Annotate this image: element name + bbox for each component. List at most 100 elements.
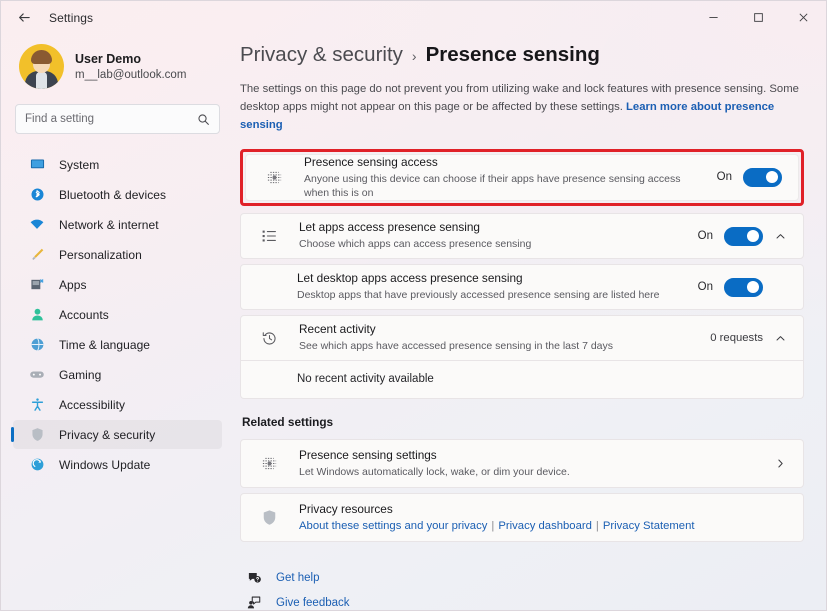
- setting-row-let-desktop-apps-access[interactable]: Let desktop apps access presence sensing…: [240, 264, 804, 310]
- sidebar-item-privacy-security[interactable]: Privacy & security: [13, 420, 222, 449]
- related-settings-heading: Related settings: [242, 415, 804, 429]
- toggle-presence-sensing-access[interactable]: [743, 168, 782, 187]
- related-title: Presence sensing settings: [299, 448, 762, 463]
- chevron-up-icon[interactable]: [774, 333, 787, 344]
- link-separator: |: [491, 520, 494, 532]
- window-title: Settings: [49, 11, 93, 25]
- link-about-settings-privacy[interactable]: About these settings and your privacy: [299, 520, 487, 532]
- maximize-button[interactable]: [736, 1, 781, 34]
- setting-row-let-apps-access[interactable]: Let apps access presence sensing Choose …: [240, 213, 804, 259]
- wifi-icon: [27, 216, 47, 234]
- back-arrow-icon: [17, 10, 32, 25]
- shield-icon: [258, 509, 280, 526]
- sidebar-item-network-internet[interactable]: Network & internet: [13, 210, 222, 239]
- toggle-let-apps-access[interactable]: [724, 227, 763, 246]
- setting-title: Let apps access presence sensing: [299, 220, 686, 235]
- sidebar-label: System: [59, 158, 99, 172]
- footer-link-label: Get help: [276, 572, 319, 584]
- title-bar: Settings: [1, 1, 826, 34]
- related-title: Privacy resources: [299, 502, 787, 517]
- breadcrumb-separator-icon: ›: [412, 48, 417, 64]
- sidebar-item-accounts[interactable]: Accounts: [13, 300, 222, 329]
- close-button[interactable]: [781, 1, 826, 34]
- chevron-up-icon[interactable]: [774, 231, 787, 242]
- sidebar-label: Network & internet: [59, 218, 159, 232]
- update-icon: [27, 456, 47, 474]
- sidebar-label: Windows Update: [59, 458, 150, 472]
- setting-title: Recent activity: [299, 322, 698, 337]
- privacy-links: About these settings and your privacy | Pr…: [299, 519, 787, 534]
- request-count-label: 0 requests: [710, 332, 763, 344]
- related-row-presence-sensing-settings[interactable]: Presence sensing settings Let Windows au…: [240, 439, 804, 488]
- search-input[interactable]: [25, 113, 197, 125]
- main-content: Privacy & security › Presence sensing Th…: [232, 34, 826, 610]
- toggle-state-label: On: [717, 171, 732, 183]
- history-icon: [258, 330, 280, 347]
- gamepad-icon: [27, 366, 47, 384]
- setting-row-presence-sensing-access[interactable]: Presence sensing access Anyone using thi…: [245, 154, 799, 202]
- search-box[interactable]: [15, 104, 220, 134]
- navigation-list: System Bluetooth & devices Network & int…: [9, 150, 224, 479]
- toggle-state-label: On: [698, 230, 713, 242]
- empty-state-label: No recent activity available: [297, 372, 787, 387]
- sidebar-item-personalization[interactable]: Personalization: [13, 240, 222, 269]
- clock-globe-icon: [27, 336, 47, 354]
- sidebar-item-windows-update[interactable]: Windows Update: [13, 450, 222, 479]
- give-feedback-link[interactable]: Give feedback: [246, 590, 804, 610]
- sidebar-item-gaming[interactable]: Gaming: [13, 360, 222, 389]
- sidebar-item-time-language[interactable]: Time & language: [13, 330, 222, 359]
- chevron-right-icon[interactable]: [774, 458, 787, 469]
- related-row-privacy-resources: Privacy resources About these settings a…: [240, 493, 804, 542]
- sidebar-label: Accounts: [59, 308, 109, 322]
- apps-icon: [27, 276, 47, 294]
- sidebar-item-accessibility[interactable]: Accessibility: [13, 390, 222, 419]
- sidebar-label: Accessibility: [59, 398, 125, 412]
- accessibility-icon: [27, 396, 47, 414]
- profile-block[interactable]: User Demo m__lab@outlook.com: [19, 44, 224, 89]
- avatar: [19, 44, 64, 89]
- sidebar-label: Personalization: [59, 248, 142, 262]
- footer-links: Get help Give feedback: [246, 565, 804, 610]
- toggle-let-desktop-apps-access[interactable]: [724, 278, 763, 297]
- setting-title: Let desktop apps access presence sensing: [297, 271, 686, 286]
- sidebar-item-bluetooth-devices[interactable]: Bluetooth & devices: [13, 180, 222, 209]
- sidebar-label: Privacy & security: [59, 428, 155, 442]
- search-icon: [197, 113, 210, 126]
- setting-subtitle: Choose which apps can access presence se…: [299, 238, 686, 252]
- highlight-box: Presence sensing access Anyone using thi…: [240, 149, 804, 207]
- setting-title: Presence sensing access: [304, 155, 705, 170]
- brush-icon: [27, 246, 47, 264]
- presence-sensor-icon: [263, 169, 285, 186]
- setting-subtitle: Desktop apps that have previously access…: [297, 289, 686, 303]
- presence-sensor-icon: [258, 455, 280, 472]
- setting-subtitle: See which apps have accessed presence se…: [299, 340, 698, 354]
- breadcrumb: Privacy & security › Presence sensing: [240, 43, 804, 67]
- window-controls: [691, 1, 826, 34]
- page-description: The settings on this page do not prevent…: [240, 81, 804, 135]
- breadcrumb-parent[interactable]: Privacy & security: [240, 43, 403, 67]
- sidebar-label: Bluetooth & devices: [59, 188, 166, 202]
- sidebar: User Demo m__lab@outlook.com System: [1, 34, 232, 610]
- link-separator: |: [596, 520, 599, 532]
- sidebar-label: Apps: [59, 278, 87, 292]
- help-icon: [246, 570, 263, 585]
- sidebar-item-system[interactable]: System: [13, 150, 222, 179]
- list-icon: [258, 228, 280, 244]
- link-privacy-statement[interactable]: Privacy Statement: [603, 520, 695, 532]
- link-privacy-dashboard[interactable]: Privacy dashboard: [498, 520, 592, 532]
- settings-cards: Presence sensing access Anyone using thi…: [240, 149, 804, 400]
- bluetooth-icon: [27, 186, 47, 204]
- footer-link-label: Give feedback: [276, 597, 350, 609]
- minimize-button[interactable]: [691, 1, 736, 34]
- feedback-icon: [246, 595, 263, 610]
- back-button[interactable]: [9, 3, 39, 33]
- person-icon: [27, 306, 47, 324]
- related-subtitle: Let Windows automatically lock, wake, or…: [299, 466, 762, 480]
- monitor-icon: [27, 156, 47, 174]
- get-help-link[interactable]: Get help: [246, 565, 804, 590]
- sidebar-item-apps[interactable]: Apps: [13, 270, 222, 299]
- profile-name: User Demo: [75, 51, 186, 67]
- empty-state-row: No recent activity available: [240, 361, 804, 399]
- setting-row-recent-activity[interactable]: Recent activity See which apps have acce…: [240, 315, 804, 361]
- sidebar-label: Gaming: [59, 368, 101, 382]
